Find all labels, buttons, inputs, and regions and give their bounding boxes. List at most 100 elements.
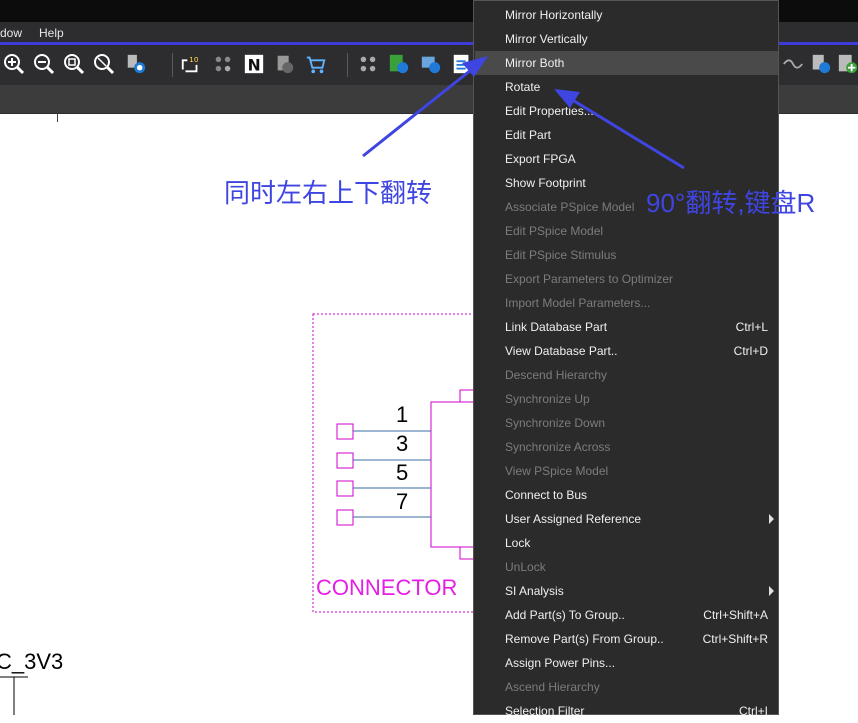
menu-item-label: Export Parameters to Optimizer [505, 272, 674, 286]
pspice-icon[interactable] [810, 53, 832, 75]
menu-item-shortcut: Ctrl+D [733, 344, 768, 358]
menu-item-label: Mirror Horizontally [505, 8, 603, 22]
menu-item-label: Selection Filter [505, 704, 585, 718]
menu-item-label: UnLock [505, 560, 546, 574]
pin-number-5: 5 [396, 460, 409, 485]
pin-3 [336, 452, 431, 469]
menu-help[interactable]: Help [39, 26, 64, 40]
menu-item-si-analysis[interactable]: SI Analysis [475, 579, 778, 603]
menu-item-synchronize-up: Synchronize Up [475, 387, 778, 411]
pin-number-7: 7 [396, 489, 409, 514]
menu-item-label: Edit PSpice Stimulus [505, 248, 617, 262]
menu-item-mirror-both[interactable]: Mirror Both [475, 51, 778, 75]
component-value-label: CONNECTOR [316, 575, 458, 600]
pin-5 [336, 480, 431, 497]
menu-item-label: Import Model Parameters... [505, 296, 651, 310]
menu-item-label: Connect to Bus [505, 488, 588, 502]
tab-divider [57, 113, 58, 122]
menu-item-label: Link Database Part [505, 320, 608, 334]
menu-item-view-database-part[interactable]: View Database Part.. Ctrl+D [475, 339, 778, 363]
menu-item-selection-filter[interactable]: Selection Filter Ctrl+I [475, 699, 778, 723]
menu-item-label: Descend Hierarchy [505, 368, 608, 382]
part-sort-icon[interactable] [212, 53, 234, 75]
menu-item-label: User Assigned Reference [505, 512, 642, 526]
menu-item-label: Ascend Hierarchy [505, 680, 600, 694]
library-update-icon[interactable] [420, 53, 442, 75]
pin-number-1: 1 [396, 402, 409, 427]
menu-item-export-fpga[interactable]: Export FPGA [475, 147, 778, 171]
drc-icon[interactable] [357, 53, 379, 75]
menu-item-edit-part[interactable]: Edit Part [475, 123, 778, 147]
submenu-arrow-icon [769, 514, 774, 524]
menu-item-mirror-horizontally[interactable]: Mirror Horizontally [475, 3, 778, 27]
menu-item-unlock: UnLock [475, 555, 778, 579]
toolbar-separator [172, 53, 173, 77]
menu-item-import-model-parameters: Import Model Parameters... [475, 291, 778, 315]
svg-text:10: 10 [189, 55, 199, 64]
bill-of-materials-icon[interactable] [305, 53, 327, 75]
menu-item-edit-pspice-stimulus: Edit PSpice Stimulus [475, 243, 778, 267]
menu-item-label: Add Part(s) To Group.. [505, 608, 625, 622]
menu-item-label: Edit PSpice Model [505, 224, 604, 238]
menu-item-connect-to-bus[interactable]: Connect to Bus [475, 483, 778, 507]
add-part-icon[interactable] [837, 53, 858, 75]
menu-item-export-parameters-to-optimizer: Export Parameters to Optimizer [475, 267, 778, 291]
menu-item-descend-hierarchy: Descend Hierarchy [475, 363, 778, 387]
annotate-icon[interactable]: 10 [180, 53, 202, 75]
menu-item-label: Rotate [505, 80, 541, 94]
menu-item-shortcut: Ctrl+L [735, 320, 768, 334]
menu-item-label: Remove Part(s) From Group.. [505, 632, 664, 646]
menu-item-label: Show Footprint [505, 176, 586, 190]
zoom-in-icon[interactable] [3, 53, 25, 75]
menu-item-edit-pspice-model: Edit PSpice Model [475, 219, 778, 243]
menu-item-label: Mirror Both [505, 56, 565, 70]
menu-window[interactable]: dow [0, 26, 22, 40]
toolbar-separator [347, 53, 348, 77]
menu-item-synchronize-down: Synchronize Down [475, 411, 778, 435]
submenu-arrow-icon [769, 586, 774, 596]
pin-number-3: 3 [396, 431, 409, 456]
zoom-area-icon[interactable] [63, 53, 85, 75]
zoom-all-icon[interactable] [93, 53, 115, 75]
menu-item-user-assigned-reference[interactable]: User Assigned Reference [475, 507, 778, 531]
menu-item-label: View Database Part.. [505, 344, 618, 358]
menu-item-label: Mirror Vertically [505, 32, 588, 46]
probe-icon[interactable] [782, 53, 804, 75]
place-part-icon[interactable] [125, 53, 147, 75]
net-label: C_3V3 [0, 649, 64, 674]
menu-item-ascend-hierarchy: Ascend Hierarchy [475, 675, 778, 699]
netlist-icon[interactable] [388, 53, 410, 75]
svg-text:N: N [248, 56, 261, 74]
menu-item-label: View PSpice Model [505, 464, 609, 478]
menu-item-label: Edit Properties... [505, 104, 594, 118]
context-menu: Mirror Horizontally Mirror Vertically Mirr… [473, 0, 779, 718]
menu-item-label: Synchronize Down [505, 416, 606, 430]
menu-item-view-pspice-model: View PSpice Model [475, 459, 778, 483]
menu-item-remove-part-s-from-group[interactable]: Remove Part(s) From Group.. Ctrl+Shift+R [475, 627, 778, 651]
pin-1 [336, 423, 431, 440]
menu-item-synchronize-across: Synchronize Across [475, 435, 778, 459]
menu-item-label: Edit Part [505, 128, 552, 142]
rotate-annotation: 90°翻转,键盘R [646, 188, 816, 218]
menu-item-label: Synchronize Up [505, 392, 590, 406]
cross-reference-icon[interactable] [274, 53, 296, 75]
menu-item-assign-power-pins[interactable]: Assign Power Pins... [475, 651, 778, 675]
menu-item-label: Associate PSpice Model [505, 200, 635, 214]
menu-item-lock[interactable]: Lock [475, 531, 778, 555]
menu-item-link-database-part[interactable]: Link Database Part Ctrl+L [475, 315, 778, 339]
menu-item-label: Lock [505, 536, 531, 550]
notes-icon[interactable]: N [243, 53, 265, 75]
menu-item-add-part-s-to-group[interactable]: Add Part(s) To Group.. Ctrl+Shift+A [475, 603, 778, 627]
pin-7 [336, 509, 431, 526]
menu-item-shortcut: Ctrl+I [738, 704, 768, 718]
menu-item-edit-properties[interactable]: Edit Properties... [475, 99, 778, 123]
menu-item-label: Assign Power Pins... [505, 656, 616, 670]
menu-item-label: SI Analysis [505, 584, 564, 598]
menu-item-label: Synchronize Across [505, 440, 611, 454]
menu-item-rotate[interactable]: Rotate [475, 75, 778, 99]
zoom-out-icon[interactable] [33, 53, 55, 75]
menu-item-shortcut: Ctrl+Shift+A [703, 608, 768, 622]
menu-item-mirror-vertically[interactable]: Mirror Vertically [475, 27, 778, 51]
report-icon[interactable] [451, 53, 473, 75]
connector-body [430, 401, 479, 548]
